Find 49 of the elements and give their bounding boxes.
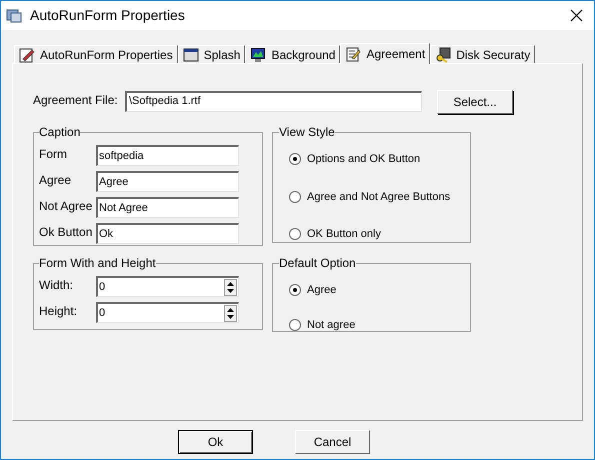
text-input-field[interactable]: Agree: [96, 171, 239, 192]
tab[interactable]: Disk Securaty: [430, 45, 536, 63]
dialog-button[interactable]: Cancel: [295, 430, 370, 454]
monitor-icon: [250, 46, 266, 62]
text-input-field[interactable]: softpedia: [96, 145, 239, 166]
dialog-button[interactable]: Ok: [178, 430, 253, 454]
field-label: Agree: [39, 172, 72, 189]
tab[interactable]: Background: [245, 45, 340, 63]
spin-buttons[interactable]: [224, 278, 237, 296]
select-button[interactable]: Select...: [437, 90, 513, 114]
window-icon: [182, 46, 199, 62]
spin-buttons[interactable]: [224, 304, 237, 322]
app-icon: [5, 6, 23, 24]
up-arrow-icon: [225, 306, 236, 312]
tab[interactable]: Splash: [178, 45, 246, 63]
radio-button[interactable]: [289, 228, 301, 240]
radio-button[interactable]: [289, 318, 301, 331]
number-spin-field[interactable]: 0: [96, 276, 239, 297]
field-label: Not Agree: [39, 198, 94, 215]
radio-option[interactable]: Not agree: [289, 316, 454, 333]
tab[interactable]: AutoRunForm Properties: [14, 45, 178, 63]
down-arrow-icon: [225, 314, 236, 320]
down-arrow-icon: [225, 288, 236, 294]
radio-option[interactable]: Agree and Not Agree Buttons: [289, 188, 454, 205]
up-arrow-icon: [225, 280, 236, 286]
text-input-field[interactable]: Ok: [96, 223, 239, 244]
close-icon: [570, 9, 582, 22]
radio-option[interactable]: Agree: [289, 282, 454, 298]
field-label: Ok Button: [39, 224, 94, 241]
group-title: View Style: [279, 124, 335, 141]
field-label: Width:: [39, 277, 74, 294]
field-label: Form: [39, 146, 68, 163]
field-label: Agreement File:: [33, 92, 119, 109]
disk-key-icon: [435, 46, 452, 62]
window-title: AutoRunForm Properties: [30, 6, 185, 25]
field-label: Height:: [39, 303, 78, 320]
document-pen-icon: [345, 46, 362, 62]
radio-option[interactable]: OK Button only: [289, 226, 454, 242]
file-input-field[interactable]: \Softpedia 1.rtf: [125, 90, 422, 112]
number-spin-field[interactable]: 0: [96, 302, 239, 323]
radio-button[interactable]: [289, 284, 301, 296]
radio-button[interactable]: [289, 190, 301, 203]
tab[interactable]: Agreement: [340, 43, 430, 64]
text-input-field[interactable]: Not Agree: [96, 197, 239, 218]
group-title: Default Option: [279, 255, 356, 272]
radio-button[interactable]: [289, 153, 301, 166]
group-title: Caption: [39, 124, 80, 141]
radio-option[interactable]: Options and OK Button: [289, 151, 454, 168]
group-title: Form With and Height: [39, 255, 156, 272]
